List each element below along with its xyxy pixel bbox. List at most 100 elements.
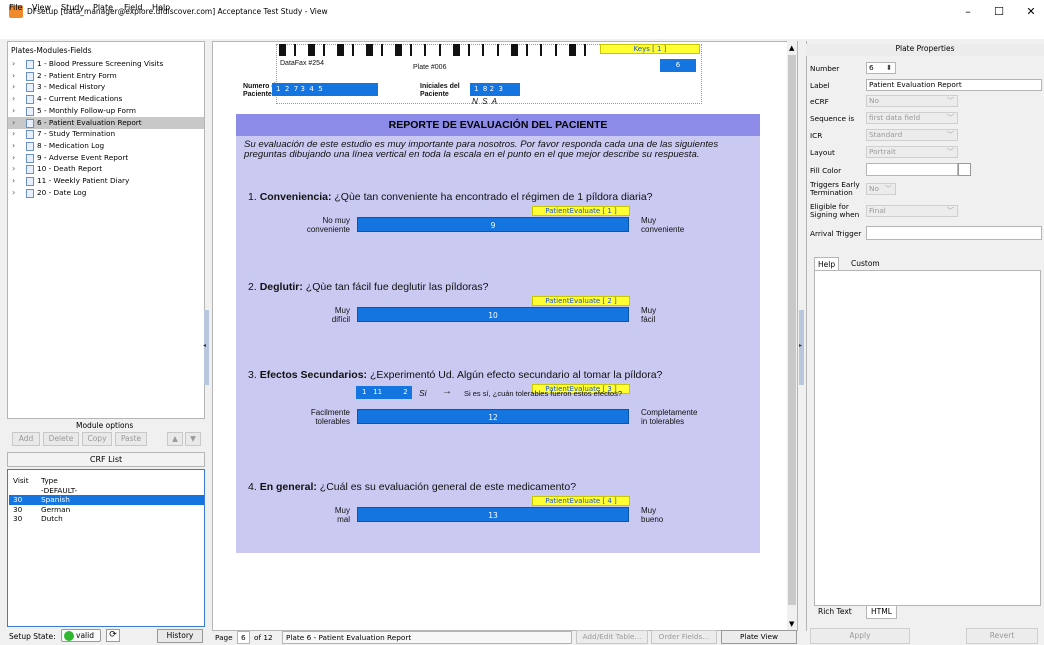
vas-scale-field[interactable]: 10 xyxy=(357,307,629,322)
patient-initials-field[interactable]: 1 8 2 3 xyxy=(470,83,520,96)
add-button[interactable]: Add xyxy=(12,432,40,446)
arrival-trigger-input[interactable] xyxy=(866,226,1042,240)
keys-field[interactable]: 6 xyxy=(660,59,696,72)
ecrf-select[interactable]: No ﹀ xyxy=(866,95,958,107)
menu-help[interactable]: Help xyxy=(152,3,170,12)
chevron-right-icon[interactable]: › xyxy=(12,81,15,93)
chevron-right-icon[interactable]: › xyxy=(12,93,15,105)
tab-custom[interactable]: Custom xyxy=(848,257,883,270)
layout-select[interactable]: Portrait ﹀ xyxy=(866,146,958,158)
tree-item-label: 4 - Current Medications xyxy=(37,94,123,104)
barcode-bar xyxy=(525,44,528,56)
chevron-right-icon[interactable]: › xyxy=(12,187,15,199)
copy-button[interactable]: Copy xyxy=(82,432,112,446)
tree-item-label: 20 - Date Log xyxy=(37,187,87,197)
eligible-select[interactable]: Final ﹀ xyxy=(866,205,958,217)
scroll-up-icon[interactable]: ▲ xyxy=(789,44,794,52)
fill-color-swatch[interactable] xyxy=(958,163,971,176)
plate-properties-title: Plate Properties xyxy=(806,44,1044,56)
plates-tree[interactable]: Plates-Modules-Fields › 1 - Blood Pressur… xyxy=(7,41,205,419)
chevron-right-icon[interactable]: › xyxy=(12,175,15,187)
move-up-button[interactable]: ▲ xyxy=(167,432,183,446)
vas-scale-field[interactable]: 13 xyxy=(357,507,629,522)
close-button[interactable]: ✕ xyxy=(1016,3,1044,21)
tree-item[interactable]: › 5 - Monthly Follow-up Form xyxy=(8,105,204,117)
menu-view[interactable]: View xyxy=(32,3,51,12)
crf-row[interactable]: 30 Dutch xyxy=(9,514,204,524)
field-tag[interactable]: PatientEvaluate [ 2 ] xyxy=(532,296,630,306)
scale-left-line1: Facilmente xyxy=(310,408,350,417)
keys-tag[interactable]: Keys [ 1 ] xyxy=(600,44,700,54)
refresh-icon[interactable]: ⟳ xyxy=(106,629,120,642)
menu-plate[interactable]: Plate xyxy=(93,3,113,12)
tree-item[interactable]: › 2 - Patient Entry Form xyxy=(8,70,204,82)
icr-select[interactable]: Standard ﹀ xyxy=(866,129,958,141)
minimize-button[interactable]: – xyxy=(953,3,983,21)
tree-item-label: 5 - Monthly Follow-up Form xyxy=(37,105,136,115)
scroll-down-icon[interactable]: ▼ xyxy=(789,620,794,628)
tab-rich-text[interactable]: Rich Text xyxy=(814,606,856,619)
revert-button[interactable]: Revert xyxy=(966,628,1038,644)
tab-help[interactable]: Help xyxy=(814,257,840,270)
field-tag[interactable]: PatientEvaluate [ 4 ] xyxy=(532,496,630,506)
add-edit-table-button[interactable]: Add/Edit Table... xyxy=(576,630,648,644)
tree-item[interactable]: › 1 - Blood Pressure Screening Visits xyxy=(8,58,204,70)
tree-item[interactable]: › 9 - Adverse Event Report xyxy=(8,152,204,164)
order-fields-button[interactable]: Order Fields... xyxy=(651,630,717,644)
delete-button[interactable]: Delete xyxy=(43,432,79,446)
spinner-icon[interactable]: ⬍ xyxy=(886,63,892,73)
chevron-right-icon[interactable]: › xyxy=(12,128,15,140)
tree-item[interactable]: › 7 - Study Termination xyxy=(8,128,204,140)
vas-scale-field[interactable]: 12 xyxy=(357,409,629,424)
initials-letters: N S A xyxy=(472,97,498,106)
chevron-right-icon[interactable]: › xyxy=(12,140,15,152)
sequence-select[interactable]: first data field ﹀ xyxy=(866,112,958,124)
maximize-button[interactable]: ☐ xyxy=(984,3,1014,21)
triggers-label: Triggers Early Termination xyxy=(810,181,860,197)
chevron-right-icon[interactable]: › xyxy=(12,105,15,117)
page-total: of 12 xyxy=(253,633,273,642)
tree-item[interactable]: › 4 - Current Medications xyxy=(8,93,204,105)
icr-value: Standard xyxy=(869,130,903,139)
scroll-thumb[interactable] xyxy=(788,55,796,605)
yes-box-code[interactable]: 2 xyxy=(399,386,412,399)
tab-html[interactable]: HTML xyxy=(866,606,897,619)
tree-item[interactable]: › 3 - Medical History xyxy=(8,81,204,93)
scale-left-line2: difícil xyxy=(331,315,350,324)
patient-number-field[interactable]: 1 2 7 3 4 5 xyxy=(272,83,378,96)
scale-left-line2: mal xyxy=(337,515,350,524)
label-input[interactable]: Patient Evaluation Report xyxy=(866,79,1042,91)
menu-file[interactable]: File xyxy=(9,3,22,12)
paste-button[interactable]: Paste xyxy=(115,432,147,446)
tree-item[interactable]: › 20 - Date Log xyxy=(8,187,204,199)
chevron-right-icon[interactable]: › xyxy=(12,117,15,129)
tree-item[interactable]: › 8 - Medication Log xyxy=(8,140,204,152)
chevron-right-icon[interactable]: › xyxy=(12,152,15,164)
chevron-right-icon[interactable]: › xyxy=(12,163,15,175)
question-line: 4. En general: ¿Cuál es su evaluación ge… xyxy=(248,481,576,493)
vas-scale-field[interactable]: 9 xyxy=(357,217,629,232)
chevron-right-icon[interactable]: › xyxy=(12,70,15,82)
collapse-right-icon[interactable]: ▸ xyxy=(799,342,802,349)
menu-field[interactable]: Field xyxy=(124,3,142,12)
scale-right-label: Completamente in tolerables xyxy=(641,408,697,426)
valid-status[interactable]: valid xyxy=(61,629,101,642)
page-number-input[interactable]: 6 xyxy=(237,631,250,644)
scale-right-line1: Muy xyxy=(641,306,657,315)
tree-item[interactable]: › 11 - Weekly Patient Diary xyxy=(8,175,204,187)
apply-button[interactable]: Apply xyxy=(810,628,910,644)
tree-item[interactable]: › 10 - Death Report xyxy=(8,163,204,175)
tree-item[interactable]: › 6 - Patient Evaluation Report xyxy=(8,116,204,129)
history-button[interactable]: History xyxy=(157,629,203,643)
fill-color-input[interactable] xyxy=(866,163,958,176)
menu-study[interactable]: Study xyxy=(61,3,84,12)
help-text-area[interactable] xyxy=(814,270,1041,606)
collapse-left-icon[interactable]: ◂ xyxy=(203,342,206,349)
crf-list[interactable]: Visit Type -DEFAULT- 30 Spanish 30 German 30 D… xyxy=(7,469,205,627)
chevron-right-icon[interactable]: › xyxy=(12,58,15,70)
field-tag[interactable]: PatientEvaluate [ 1 ] xyxy=(532,206,630,216)
triggers-select[interactable]: No ﹀ xyxy=(866,183,896,195)
plate-view-button[interactable]: Plate View xyxy=(721,630,797,644)
move-down-button[interactable]: ▼ xyxy=(185,432,201,446)
number-input[interactable]: 6 ⬍ xyxy=(866,62,896,74)
